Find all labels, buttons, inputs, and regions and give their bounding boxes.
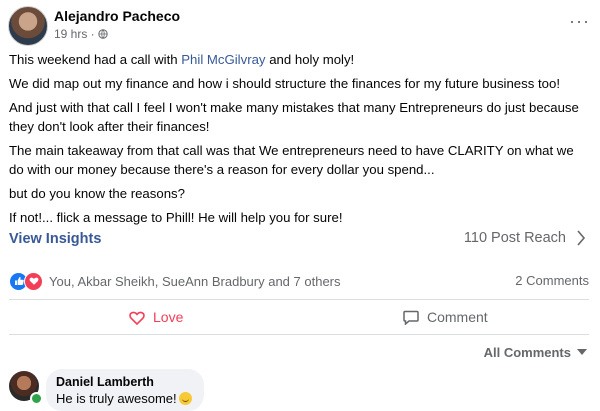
post-paragraph: And just with that call I feel I won't m… bbox=[9, 100, 579, 134]
post-header: Alejandro Pacheco 19 hrs · ··· bbox=[8, 6, 592, 46]
post-paragraph: The main takeaway from that call was tha… bbox=[9, 143, 574, 177]
comments-filter-dropdown[interactable]: All Comments bbox=[484, 345, 587, 360]
post-paragraph: but do you know the reasons? bbox=[9, 186, 185, 201]
more-options-icon[interactable]: ··· bbox=[569, 12, 590, 30]
post-reach-label: 110 Post Reach bbox=[463, 230, 566, 246]
author-name[interactable]: Alejandro Pacheco bbox=[54, 8, 180, 24]
mention-link[interactable]: Phil McGilvray bbox=[181, 52, 265, 67]
divider bbox=[9, 299, 589, 300]
post-paragraph: If not!... flick a message to Phill! He … bbox=[9, 210, 343, 225]
reaction-names[interactable]: You, Akbar Sheikh, SueAnn Bradbury and 7… bbox=[49, 274, 341, 289]
comment-bubble: Daniel Lamberth He is truly awesome! bbox=[46, 369, 204, 411]
comment-label: Comment bbox=[427, 309, 488, 325]
post-text: and holy moly! bbox=[265, 52, 355, 67]
author-avatar[interactable] bbox=[8, 6, 48, 46]
globe-icon[interactable] bbox=[97, 29, 108, 39]
smile-emoji-icon bbox=[178, 392, 192, 405]
post-time[interactable]: 19 hrs · bbox=[54, 27, 95, 41]
comments-filter-label: All Comments bbox=[483, 345, 571, 360]
comment-text: He is truly awesome! bbox=[56, 391, 192, 406]
love-icon bbox=[24, 271, 43, 291]
post-text: This weekend had a call with bbox=[9, 52, 182, 67]
post-paragraph: This weekend had a call with Phil McGilv… bbox=[9, 50, 589, 69]
post-paragraph: We did map out my finance and how i shou… bbox=[9, 76, 560, 91]
comment-icon bbox=[403, 310, 419, 325]
commenter-name[interactable]: Daniel Lamberth bbox=[56, 375, 192, 389]
heart-icon bbox=[129, 311, 145, 325]
view-insights-link[interactable]: View Insights bbox=[9, 231, 101, 247]
caret-down-icon bbox=[577, 349, 587, 355]
post-meta: 19 hrs · bbox=[54, 27, 108, 41]
post-reach[interactable]: 110 Post Reach bbox=[464, 230, 586, 246]
comment-button[interactable]: Comment bbox=[403, 309, 488, 325]
comment-body: He is truly awesome! bbox=[56, 391, 177, 406]
online-status-dot bbox=[30, 392, 43, 405]
love-label: Love bbox=[153, 309, 184, 325]
comments-count[interactable]: 2 Comments bbox=[515, 273, 589, 288]
divider bbox=[9, 334, 589, 335]
post-body: This weekend had a call with Phil McGilv… bbox=[9, 50, 589, 232]
reactions-summary[interactable]: You, Akbar Sheikh, SueAnn Bradbury and 7… bbox=[9, 271, 341, 291]
chevron-right-icon bbox=[577, 230, 586, 246]
love-button[interactable]: Love bbox=[129, 309, 183, 325]
